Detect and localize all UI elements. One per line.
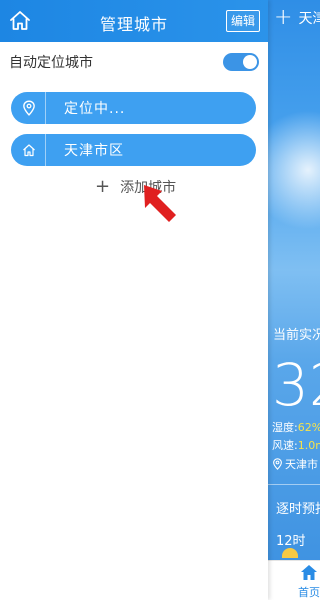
city-name: 天津市区 [64,143,124,159]
manage-cities-drawer: 管理城市 编辑 自动定位城市 定位中... 天津市区 + 添加城市 [0,0,268,600]
pill-separator [45,134,46,166]
location-name: 天津市 [285,458,318,471]
current-conditions-label: 当前实况 [273,328,320,343]
weather-header: + 天津 [274,7,320,29]
humidity-label: 湿度: [272,421,298,434]
location-pin-icon [273,458,282,470]
location-row: 天津市 [272,456,318,472]
home-icon [17,143,41,157]
auto-locate-label: 自动定位城市 [9,55,93,71]
humidity-row: 湿度:62% [272,419,320,435]
current-temperature: 32 [272,351,320,419]
divider [268,484,320,485]
hour-label: 12时 [276,534,306,549]
toggle-knob [243,55,257,69]
city-item-locating[interactable]: 定位中... [11,92,256,124]
city-item-tianjin[interactable]: 天津市区 [11,134,256,166]
location-pin-icon [17,100,41,116]
auto-locate-toggle[interactable] [223,53,259,71]
bottom-tab-bar: 首页 [268,560,320,600]
pill-separator [45,92,46,124]
tab-home-label: 首页 [298,586,320,599]
add-icon[interactable]: + [274,7,292,29]
auto-locate-row: 自动定位城市 [9,50,259,74]
edit-button[interactable]: 编辑 [226,10,260,32]
city-name: 定位中... [64,101,126,117]
sunny-icon [282,548,298,558]
weather-header-city: 天津 [298,11,320,27]
wind-label: 风速: [272,439,298,452]
wind-row: 风速:1.0m [272,437,320,453]
wind-value: 1.0m [297,439,320,452]
humidity-value: 62% [297,421,320,434]
hourly-forecast-label: 逐时预报 [276,502,320,517]
sun-glow [268,110,320,230]
drawer-header: 管理城市 编辑 [0,0,268,42]
home-icon [301,565,317,580]
tab-home[interactable]: 首页 [294,564,320,600]
plus-icon: + [95,176,111,197]
pointer-arrow-icon [144,185,176,222]
weather-background-panel: + 天津 当前实况 32 湿度:62% 风速:1.0m 天津市 逐时预报 12时… [268,0,320,600]
